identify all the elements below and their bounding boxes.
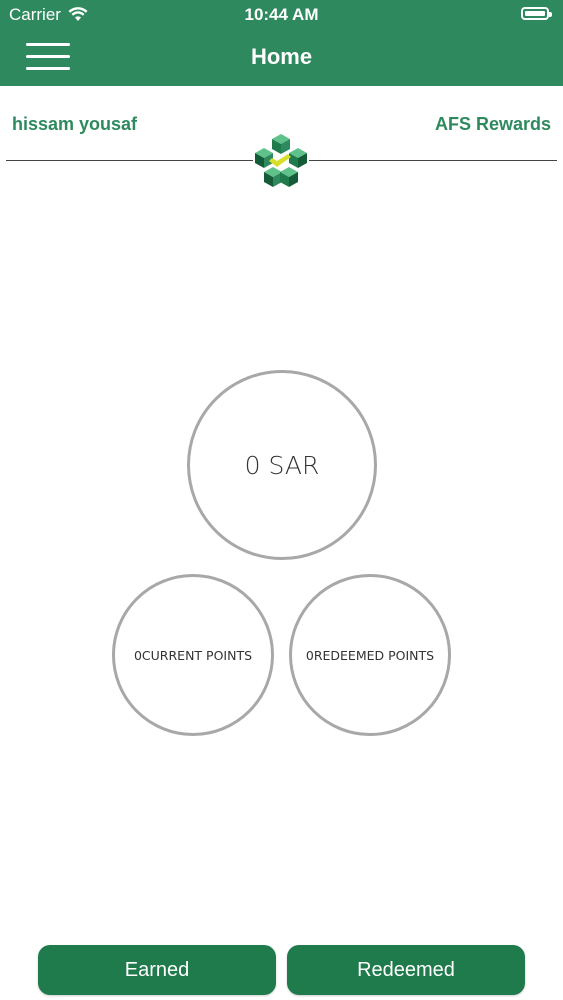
page-title: Home bbox=[250, 44, 313, 69]
rewards-program-title: AFS Rewards bbox=[434, 114, 551, 134]
battery-icon bbox=[521, 7, 552, 20]
earned-button[interactable]: Earned bbox=[38, 945, 276, 995]
current-points-circle: 0CURRENT POINTS bbox=[112, 574, 274, 736]
redeemed-points: 0REDEEMED POINTS bbox=[305, 647, 435, 663]
navigation-bar: Home bbox=[0, 28, 563, 86]
afs-cube-logo bbox=[253, 133, 309, 189]
user-name: hissam yousaf bbox=[12, 114, 138, 134]
redeemed-button[interactable]: Redeemed bbox=[287, 945, 525, 995]
status-bar: Carrier 10:44 AM bbox=[0, 0, 563, 28]
sar-balance: 0 SAR bbox=[244, 450, 320, 480]
redeemed-points-circle: 0REDEEMED POINTS bbox=[289, 574, 451, 736]
current-points: 0CURRENT POINTS bbox=[133, 647, 253, 663]
status-time: 10:44 AM bbox=[244, 5, 319, 24]
sar-balance-circle: 0 SAR bbox=[187, 370, 377, 560]
